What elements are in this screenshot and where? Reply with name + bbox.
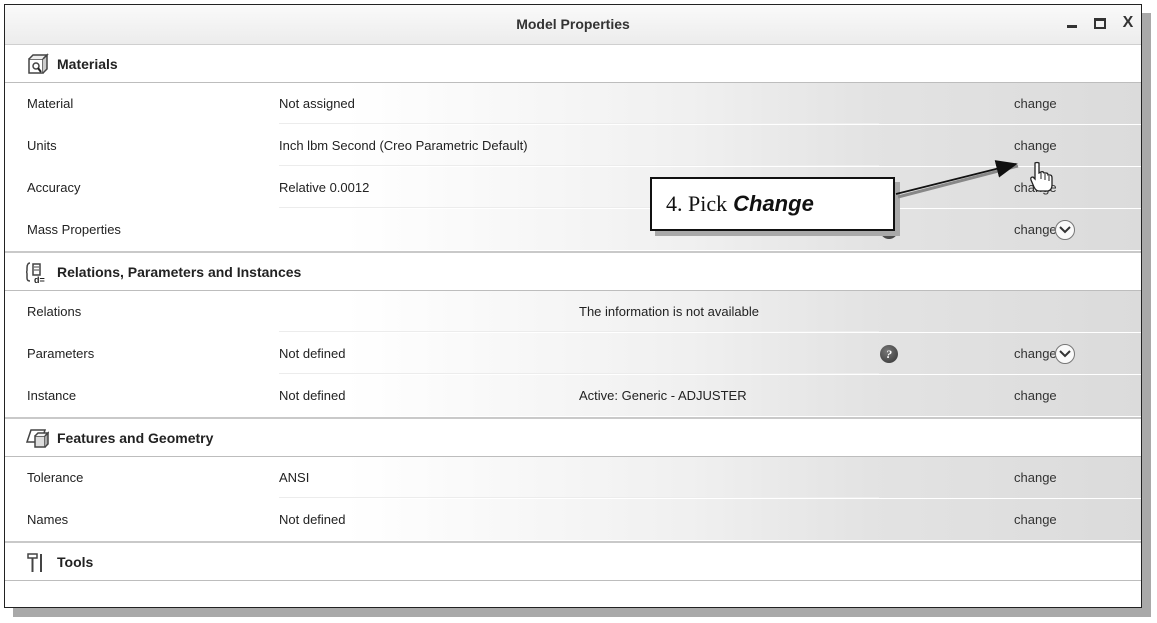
row-label: Names xyxy=(27,512,69,527)
row-label: Relations xyxy=(27,304,82,319)
row-value: ANSI xyxy=(279,470,310,485)
change-link[interactable]: change xyxy=(1014,96,1057,111)
tools-icon xyxy=(25,550,49,574)
callout-text: 4. Pick xyxy=(666,191,728,216)
row-divider xyxy=(279,123,879,124)
section-title: Relations, Parameters and Instances xyxy=(57,263,302,280)
chevron-down-icon xyxy=(1059,350,1071,358)
row-label: Tolerance xyxy=(27,470,84,485)
chevron-down-icon xyxy=(1059,226,1071,234)
window-controls: X xyxy=(1063,14,1137,32)
row-divider xyxy=(279,373,879,374)
expand-button[interactable] xyxy=(1055,220,1075,240)
change-link[interactable]: change xyxy=(1014,346,1057,361)
change-link[interactable]: change xyxy=(1014,180,1057,195)
title-bar: Model Properties X xyxy=(5,5,1141,45)
property-row-units: Units Inch lbm Second (Creo Parametric D… xyxy=(5,125,1141,167)
row-value: Not defined xyxy=(279,388,346,403)
features-icon xyxy=(25,426,49,450)
row-value: Not defined xyxy=(279,346,346,361)
row-label: Accuracy xyxy=(27,180,81,195)
row-divider xyxy=(279,331,879,332)
annotation-callout: 4. Pick Change xyxy=(650,177,895,231)
section-title: Tools xyxy=(57,553,94,570)
close-button[interactable]: X xyxy=(1119,14,1137,32)
maximize-icon xyxy=(1094,17,1106,29)
row-label: Material xyxy=(27,96,74,111)
row-divider xyxy=(279,497,879,498)
expand-button[interactable] xyxy=(1055,344,1075,364)
row-label: Instance xyxy=(27,388,77,403)
section-materials: Materials xyxy=(5,45,1141,83)
section-tools: Tools xyxy=(5,543,1141,581)
row-value: Not assigned xyxy=(279,96,355,111)
minimize-icon xyxy=(1067,24,1077,28)
property-row-tolerance: Tolerance ANSI change xyxy=(5,457,1141,499)
model-properties-dialog: Model Properties X Materials Material No… xyxy=(4,4,1142,608)
row-status: The information is not available xyxy=(579,304,759,319)
section-title: Materials xyxy=(57,55,118,72)
section-features: Features and Geometry xyxy=(5,419,1141,457)
row-value: Not defined xyxy=(279,512,346,527)
property-row-relations: Relations The information is not availab… xyxy=(5,291,1141,333)
relations-icon: d= xyxy=(25,260,49,284)
row-value: Inch lbm Second (Creo Parametric Default… xyxy=(279,138,528,153)
change-link[interactable]: change xyxy=(1014,470,1057,485)
maximize-button[interactable] xyxy=(1091,14,1109,32)
callout-emphasis: Change xyxy=(733,191,814,216)
close-icon: X xyxy=(1122,14,1134,31)
change-link-units[interactable]: change xyxy=(1014,138,1057,153)
row-label: Parameters xyxy=(27,346,95,361)
change-link[interactable]: change xyxy=(1014,222,1057,237)
row-label: Units xyxy=(27,138,57,153)
property-row-material: Material Not assigned change xyxy=(5,83,1141,125)
materials-icon xyxy=(25,52,49,76)
property-row-accuracy: Accuracy Relative 0.0012 change xyxy=(5,167,1141,209)
minimize-button[interactable] xyxy=(1063,14,1081,32)
row-label: Mass Properties xyxy=(27,222,121,237)
row-status: Active: Generic - ADJUSTER xyxy=(579,388,747,403)
property-row-names: Names Not defined change xyxy=(5,499,1141,541)
info-icon[interactable]: ? xyxy=(880,345,898,363)
window-title: Model Properties xyxy=(516,16,630,32)
row-divider xyxy=(279,165,879,166)
section-relations: d= Relations, Parameters and Instances xyxy=(5,253,1141,291)
svg-text:d=: d= xyxy=(34,275,45,284)
row-value: Relative 0.0012 xyxy=(279,180,370,195)
change-link[interactable]: change xyxy=(1014,388,1057,403)
property-row-instance: Instance Not defined Active: Generic - A… xyxy=(5,375,1141,417)
property-row-mass-properties: Mass Properties ? change xyxy=(5,209,1141,251)
section-title: Features and Geometry xyxy=(57,429,214,446)
property-row-parameters: Parameters Not defined ? change xyxy=(5,333,1141,375)
change-link[interactable]: change xyxy=(1014,512,1057,527)
